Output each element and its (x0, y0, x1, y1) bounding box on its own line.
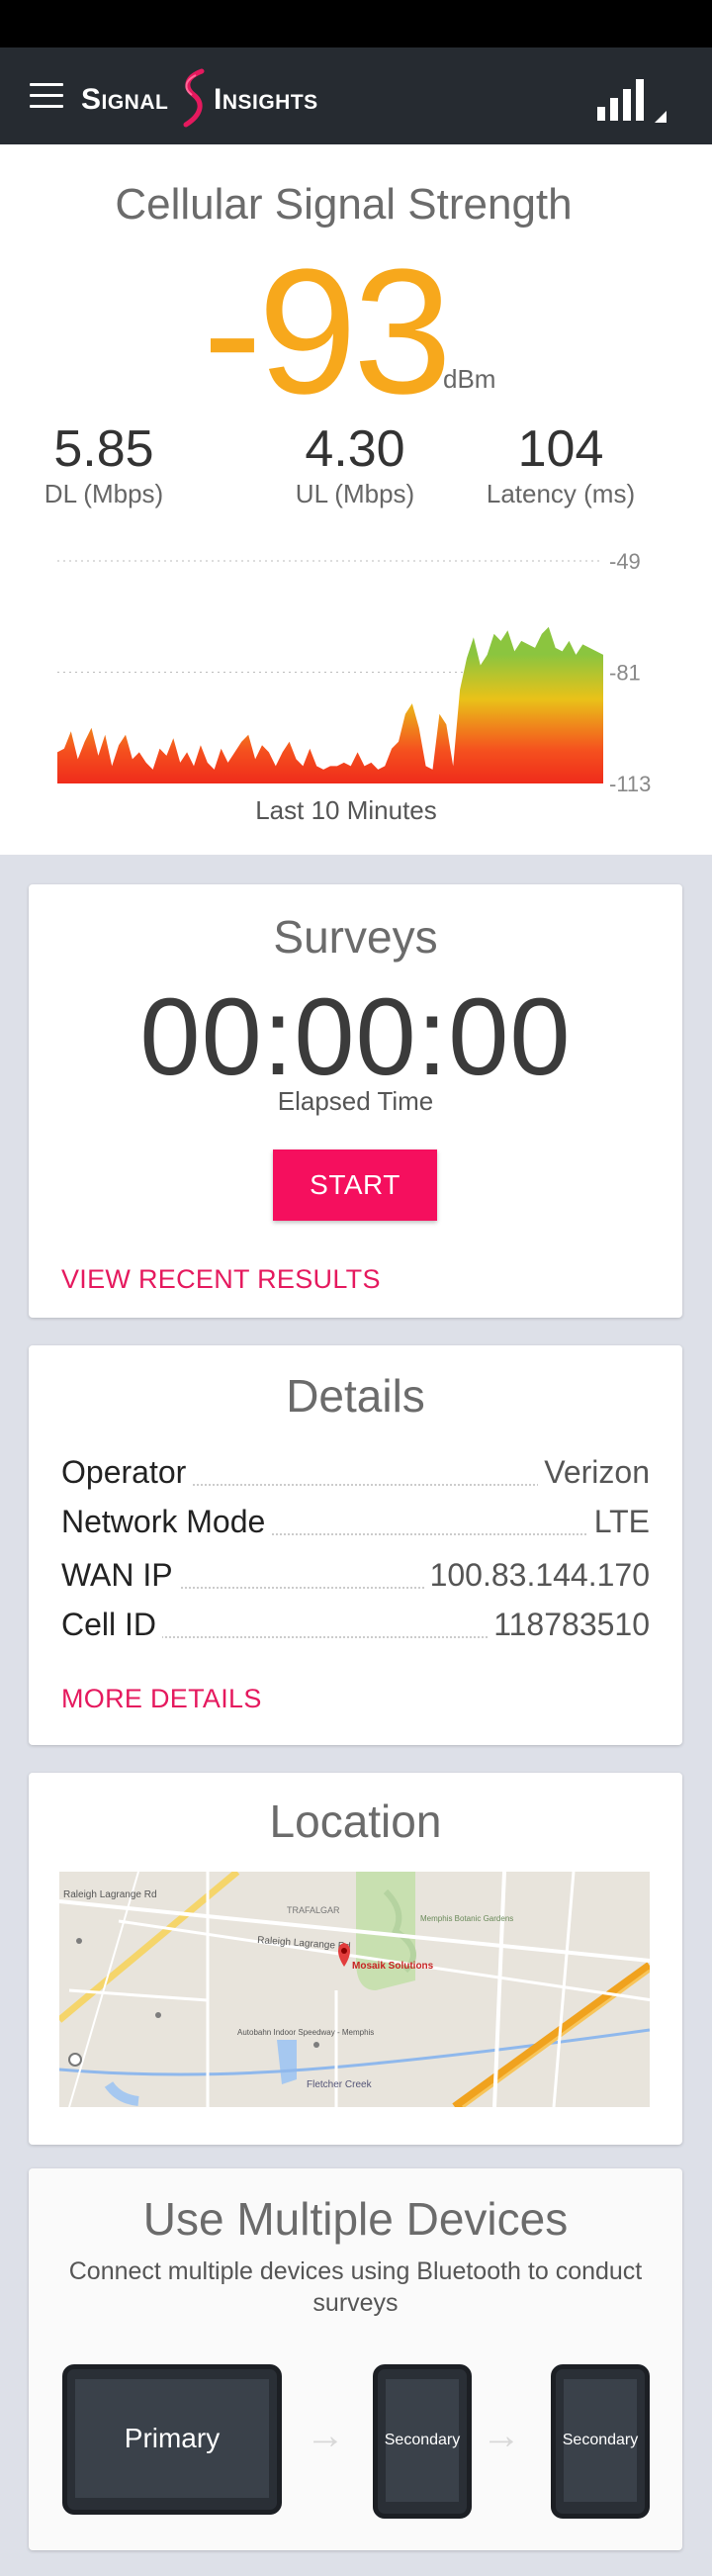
map-poi-label: Mosaik Solutions (352, 1961, 434, 1972)
secondary-device-illustration: Secondary (373, 2364, 472, 2519)
start-button[interactable]: START (273, 1150, 437, 1221)
map-speedway-label: Autobahn Indoor Speedway - Memphis (237, 2028, 374, 2037)
primary-label: Primary (75, 2379, 269, 2498)
chart-y-tick-label: -81 (609, 661, 641, 686)
detail-row-wan-ip: WAN IP 100.83.144.170 (61, 1557, 650, 1601)
detail-key: Operator (61, 1454, 193, 1491)
map-creek-label: Fletcher Creek (307, 2079, 373, 2090)
location-map[interactable]: Raleigh Lagrange Rd Raleigh Lagrange Rd … (59, 1872, 650, 2107)
arrow-right-icon: → (306, 2414, 345, 2457)
signal-history-chart: -49 -81 -113 (57, 549, 651, 796)
surveys-title: Surveys (273, 911, 438, 963)
detail-row-network-mode: Network Mode LTE (61, 1504, 650, 1547)
detail-row-cell-id: Cell ID 118783510 (61, 1607, 650, 1650)
hamburger-menu-icon[interactable] (30, 83, 63, 109)
cell-signal-icon[interactable] (597, 77, 668, 127)
detail-value: Verizon (538, 1454, 650, 1491)
secondary-label: Secondary (385, 2379, 460, 2502)
details-title: Details (286, 1370, 425, 1422)
surveys-card: Surveys 00:00:00 Elapsed Time START VIEW… (29, 884, 682, 1318)
secondary-device-illustration: Secondary (551, 2364, 650, 2519)
brand-left: Signal (81, 83, 169, 116)
status-bar (0, 0, 712, 47)
app-logo: Signal Insights (81, 61, 378, 131)
multiple-devices-card: Use Multiple Devices Connect multiple de… (29, 2168, 682, 2550)
signal-area-series (57, 626, 603, 783)
detail-key: WAN IP (61, 1557, 179, 1594)
logo-mark-icon (183, 68, 205, 128)
secondary-label: Secondary (563, 2379, 638, 2502)
devices-title: Use Multiple Devices (142, 2193, 569, 2245)
location-card: Location Raleigh Lagrange Rd Raleigh Lag… (29, 1773, 682, 2145)
map-gardens-label: Memphis Botanic Gardens (420, 1914, 513, 1923)
arrow-right-icon: → (482, 2414, 521, 2457)
map-graphic: Raleigh Lagrange Rd Raleigh Lagrange Rd … (59, 1872, 650, 2107)
detail-value: 100.83.144.170 (423, 1557, 650, 1594)
app-bar: Signal Insights (0, 47, 712, 144)
detail-row-operator: Operator Verizon (61, 1454, 650, 1498)
chart-caption: Last 10 Minutes (255, 795, 437, 825)
map-road-label: Raleigh Lagrange Rd (63, 1889, 157, 1900)
primary-device-illustration: Primary (62, 2364, 282, 2515)
chart-y-tick-label: -113 (609, 772, 651, 796)
more-details-link[interactable]: MORE DETAILS (61, 1684, 262, 1714)
chart-y-tick-label: -49 (609, 549, 641, 574)
map-area-label: TRAFALGAR (287, 1905, 340, 1915)
location-title: Location (269, 1795, 442, 1847)
detail-value: 118783510 (488, 1607, 650, 1643)
signal-strength-panel: Cellular Signal Strength -93 dBm 5.85 DL… (0, 144, 712, 855)
devices-subtitle: Connect multiple devices using Bluetooth… (68, 2257, 643, 2317)
brand-right: Insights (214, 83, 318, 116)
elapsed-timer: 00:00:00 (139, 976, 572, 1098)
detail-key: Cell ID (61, 1607, 163, 1643)
elapsed-label: Elapsed Time (277, 1086, 434, 1116)
details-card: Details Operator Verizon Network Mode LT… (29, 1345, 682, 1745)
detail-value: LTE (587, 1504, 650, 1540)
view-recent-results-link[interactable]: VIEW RECENT RESULTS (61, 1264, 381, 1295)
detail-key: Network Mode (61, 1504, 272, 1540)
